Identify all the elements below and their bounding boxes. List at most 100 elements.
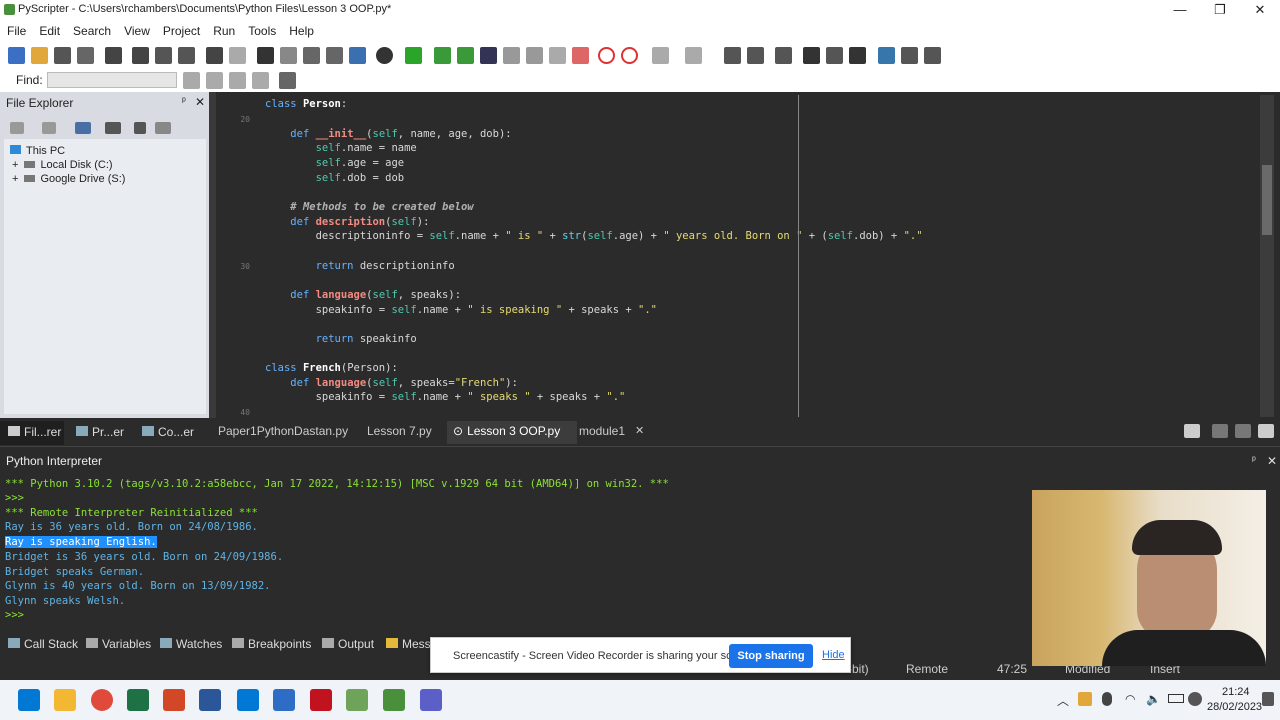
tab-output[interactable]: Output [322,637,374,651]
replace-icon[interactable] [303,47,320,64]
open-window-icon[interactable] [1235,424,1251,438]
menu-run[interactable]: Run [206,20,241,38]
pause-icon[interactable] [549,47,566,64]
wifi-icon[interactable]: ◠ [1125,692,1135,706]
tree-item-this-pc[interactable]: This PC [10,145,65,157]
redo-icon[interactable] [229,47,246,64]
find-input[interactable] [47,72,177,88]
save-all-icon[interactable] [77,47,94,64]
hide-link[interactable]: Hide [822,649,845,661]
outlook-icon[interactable] [237,689,259,711]
chevron-up-icon[interactable]: ︿ [1057,692,1069,709]
python-icon[interactable] [878,47,895,64]
info-icon[interactable] [376,47,393,64]
explorer-folder-icon[interactable] [155,122,171,134]
step-over-icon[interactable] [503,47,520,64]
breakpoint-icon[interactable] [598,47,615,64]
acrobat-icon[interactable] [310,689,332,711]
tab-messages[interactable]: Mess [386,637,431,651]
run-to-cursor-icon[interactable] [457,47,474,64]
find-options-icon[interactable] [279,72,296,89]
clock-time[interactable]: 21:24 [1222,686,1250,698]
snipping-tool-icon[interactable] [346,689,368,711]
replace-bar-icon[interactable] [252,72,269,89]
menu-project[interactable]: Project [156,20,206,38]
explorer-up-icon[interactable] [75,122,91,134]
menu-file[interactable]: File [0,20,32,38]
paste-icon[interactable] [178,47,195,64]
tab-project-explorer[interactable]: Pr...er [76,425,124,439]
clear-breakpoints-icon[interactable] [621,47,638,64]
new-file-icon[interactable] [8,47,25,64]
step-into-icon[interactable] [480,47,497,64]
explorer-view-icon[interactable] [105,122,121,134]
highlight-icon[interactable] [229,72,246,89]
microphone-icon[interactable] [1102,692,1112,706]
pilcrow-icon[interactable] [849,47,866,64]
pin-icon[interactable]: ᵖ [182,96,186,107]
volume-icon[interactable]: 🔈 [1146,692,1161,706]
mail-icon[interactable] [273,689,295,711]
search-icon[interactable] [257,47,274,64]
menu-help[interactable]: Help [282,20,320,38]
pyscripter-taskbar-icon[interactable] [383,689,405,711]
tab-call-stack[interactable]: Call Stack [8,637,78,651]
window-list-icon[interactable] [1184,424,1200,438]
editor-scrollbar[interactable] [1260,95,1274,417]
print-icon[interactable] [105,47,122,64]
goto-icon[interactable] [349,47,366,64]
find-previous-icon[interactable] [206,72,223,89]
interpreter-pin-icon[interactable]: ᵖ [1252,455,1256,466]
menu-search[interactable]: Search [66,20,117,38]
tree-item-google-drive[interactable]: + Google Drive (S:) [12,173,125,185]
stop-icon[interactable] [572,47,589,64]
step-out-icon[interactable] [526,47,543,64]
menu-tools[interactable]: Tools [241,20,282,38]
close-button[interactable]: ✕ [1240,0,1280,20]
editor-tab-module1[interactable]: module1 [579,424,625,438]
wrap-icon[interactable] [826,47,843,64]
start-icon[interactable] [18,689,40,711]
powerpoint-icon[interactable] [163,689,185,711]
tab-watches[interactable]: Watches [160,637,222,651]
find-next-icon[interactable] [183,72,200,89]
chrome-icon[interactable] [91,689,113,711]
cut-icon[interactable] [132,47,149,64]
run-icon[interactable] [405,47,422,64]
editor-tab-lesson7[interactable]: Lesson 7.py [367,424,432,438]
scrollbar-thumb[interactable] [1262,165,1272,235]
find-in-files-icon[interactable] [326,47,343,64]
copy-icon[interactable] [155,47,172,64]
tab-breakpoints[interactable]: Breakpoints [232,637,311,651]
editor-tab-paper1[interactable]: Paper1PythonDastan.py [218,424,348,438]
panel-splitter[interactable] [209,92,216,418]
interpreter-close-icon[interactable]: ✕ [1267,454,1277,468]
word-icon[interactable] [199,689,221,711]
dedent-icon[interactable] [747,47,764,64]
indent-icon[interactable] [724,47,741,64]
save-icon[interactable] [54,47,71,64]
search-files-icon[interactable] [280,47,297,64]
menu-view[interactable]: View [117,20,156,38]
filter-icon[interactable] [134,122,146,134]
open-file-icon[interactable] [31,47,48,64]
code-editor[interactable]: 20 30 40 class Person: def __init__(self… [216,95,1274,417]
battery-icon[interactable] [1168,694,1184,703]
excel-icon[interactable] [127,689,149,711]
layout-icon[interactable] [924,47,941,64]
comment-icon[interactable] [775,47,792,64]
editor-tab-lesson3[interactable]: ⊙ Lesson 3 OOP.py [453,424,560,438]
undo-icon[interactable] [206,47,223,64]
teams-icon[interactable] [420,689,442,711]
tree-item-local-disk[interactable]: + Local Disk (C:) [12,159,113,171]
close-tab-icon[interactable]: ✕ [635,424,644,437]
explorer-back-icon[interactable] [10,122,24,134]
list-icon[interactable] [803,47,820,64]
keyboard-icon[interactable] [901,47,918,64]
tray-app-icon[interactable] [1078,692,1092,706]
tray-sync-icon[interactable] [1188,692,1202,706]
tab-variables[interactable]: Variables [86,637,151,651]
back-icon[interactable] [652,47,669,64]
clock-date[interactable]: 28/02/2023 [1207,701,1262,713]
tab-code-explorer[interactable]: Co...er [142,425,194,439]
